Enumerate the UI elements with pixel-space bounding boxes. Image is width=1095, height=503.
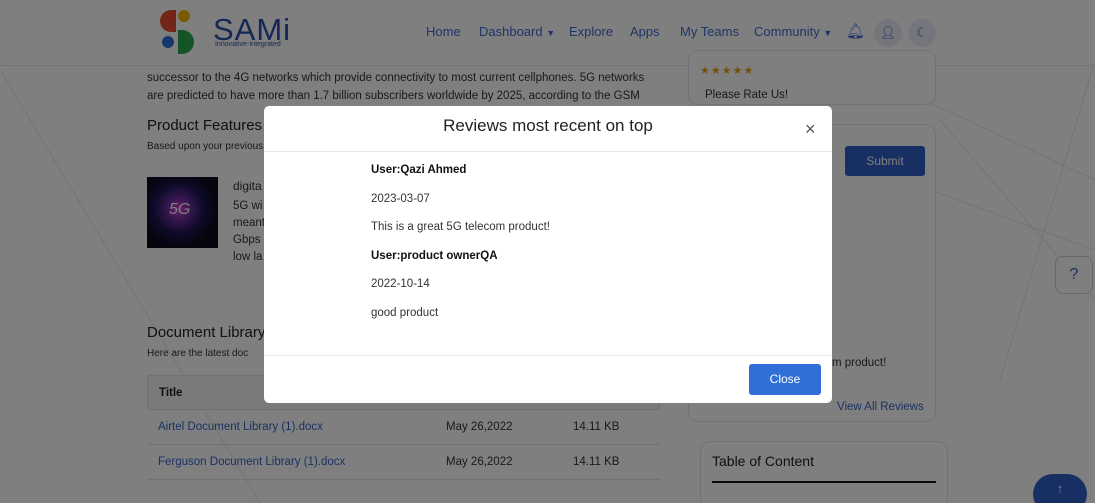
review-date: 2023-03-07 [371,193,430,205]
review-date: 2022-10-14 [371,278,430,290]
review-text: This is a great 5G telecom product! [371,221,550,233]
close-button[interactable]: Close [749,364,821,395]
review-text: good product [371,307,439,319]
reviews-modal: Reviews most recent on top × User:Qazi A… [264,106,832,403]
review-user: User:product ownerQA [371,250,498,262]
modal-title: Reviews most recent on top [443,116,653,135]
modal-header: Reviews most recent on top × [264,106,832,152]
close-icon[interactable]: × [805,119,816,140]
modal-footer: Close [264,355,832,403]
review-user: User:Qazi Ahmed [371,164,467,176]
